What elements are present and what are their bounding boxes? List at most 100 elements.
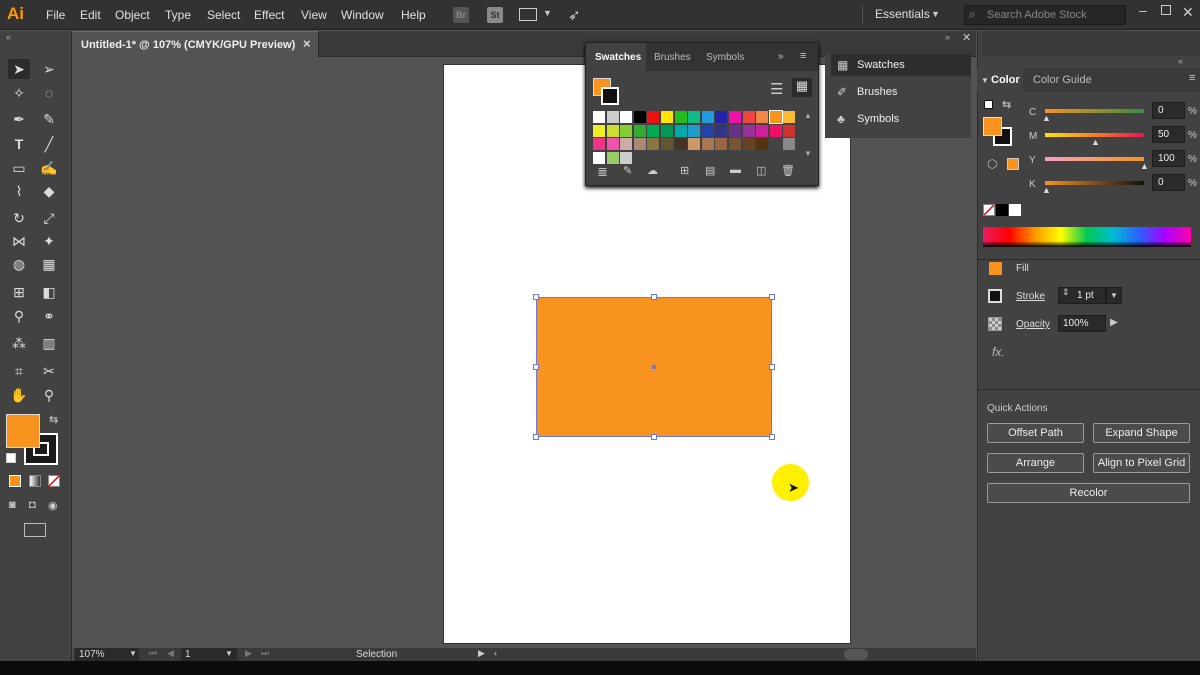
gradient-mode-icon[interactable]: [29, 475, 41, 487]
document-tab[interactable]: Untitled-1* @ 107% (CMYK/GPU Preview) ×: [73, 31, 319, 57]
type-tool-icon[interactable]: T: [8, 134, 30, 154]
swatch-chip[interactable]: [715, 124, 728, 137]
swatch-chip[interactable]: [606, 124, 619, 137]
selection-handle[interactable]: [769, 434, 775, 440]
cloud-icon[interactable]: ☁: [647, 164, 658, 177]
status-menu-icon[interactable]: ▶: [478, 648, 485, 659]
arrange-button[interactable]: Arrange: [987, 453, 1084, 473]
screen-mode-icon[interactable]: [24, 523, 46, 537]
search-stock-input[interactable]: Search Adobe Stock: [964, 5, 1126, 25]
align-to-pixel-grid-button[interactable]: Align to Pixel Grid: [1093, 453, 1190, 473]
previous-artboard-icon[interactable]: ◀: [167, 648, 174, 659]
menu-help[interactable]: Help: [401, 8, 426, 22]
swatch-chip[interactable]: [593, 151, 605, 164]
channel-c-value[interactable]: 0: [1152, 102, 1185, 119]
swatch-chip[interactable]: [756, 138, 769, 150]
selection-handle[interactable]: [533, 434, 539, 440]
slice-tool-icon[interactable]: ✂: [38, 361, 60, 381]
eyedropper-tool-icon[interactable]: ⚲: [8, 306, 30, 326]
selection-handle[interactable]: [769, 364, 775, 370]
white-swatch[interactable]: [1009, 204, 1021, 216]
perspective-grid-tool-icon[interactable]: ▦: [38, 254, 60, 274]
arrange-documents-icon[interactable]: [519, 8, 537, 21]
menu-select[interactable]: Select: [207, 8, 240, 22]
stock-icon[interactable]: St: [487, 7, 503, 23]
line-tool-icon[interactable]: ╱: [38, 134, 60, 154]
swatch-chip[interactable]: [715, 138, 728, 150]
close-icon[interactable]: ✕: [962, 31, 971, 44]
artboard-tool-icon[interactable]: ⌗: [8, 361, 30, 381]
hand-tool-icon[interactable]: ✋: [8, 385, 30, 405]
out-of-gamut-icon[interactable]: ⬡: [987, 157, 997, 171]
gradient-tool-icon[interactable]: ◧: [38, 282, 60, 302]
draw-normal-icon[interactable]: ◙: [9, 499, 16, 511]
swatch-options-icon[interactable]: ▤: [705, 164, 715, 177]
color-mode-icon[interactable]: [9, 475, 21, 487]
swatch-chip[interactable]: [593, 138, 605, 150]
minimize-icon[interactable]: –: [1139, 2, 1147, 18]
recolor-button[interactable]: Recolor: [987, 483, 1190, 503]
swatch-chip[interactable]: [769, 124, 782, 137]
swatch-chip[interactable]: [633, 111, 646, 123]
gpu-performance-icon[interactable]: ➶: [568, 6, 581, 24]
panel-menu-icon[interactable]: ≡: [800, 50, 806, 62]
scale-tool-icon[interactable]: ⤢: [38, 208, 60, 228]
none-mode-icon[interactable]: [48, 475, 60, 487]
new-group-icon[interactable]: ▬: [730, 164, 741, 176]
magic-wand-tool-icon[interactable]: ✧: [8, 83, 30, 103]
swatch-chip[interactable]: [661, 138, 673, 150]
swatch-chip[interactable]: [769, 138, 782, 150]
selection-tool-icon[interactable]: ➤: [8, 59, 30, 79]
swatch-chip[interactable]: [647, 111, 660, 123]
collapse-icon[interactable]: «: [1178, 56, 1183, 66]
swatch-chip[interactable]: [593, 111, 605, 123]
mesh-tool-icon[interactable]: ⊞: [8, 282, 30, 302]
swatch-chip[interactable]: [783, 111, 796, 123]
next-artboard-icon[interactable]: ▶: [245, 648, 252, 659]
channel-c-slider[interactable]: [1045, 109, 1144, 113]
swatch-chip[interactable]: [688, 138, 701, 150]
default-fill-stroke-icon[interactable]: [984, 100, 993, 109]
collapse-icon[interactable]: »: [945, 32, 950, 42]
swatch-chip[interactable]: [742, 138, 755, 150]
blend-tool-icon[interactable]: ⚭: [38, 306, 60, 326]
swatch-chip[interactable]: [606, 138, 619, 150]
menu-file[interactable]: File: [46, 8, 65, 22]
first-artboard-icon[interactable]: ⏮: [149, 648, 157, 659]
zoom-tool-icon[interactable]: ⚲: [38, 385, 60, 405]
swatch-chip[interactable]: [674, 111, 687, 123]
swatch-chip[interactable]: [674, 138, 687, 150]
swatch-chip[interactable]: [688, 124, 701, 137]
swatch-chip[interactable]: [606, 151, 619, 164]
gamut-swatch[interactable]: [1007, 158, 1019, 170]
tab-swatches[interactable]: Swatches: [595, 52, 641, 63]
stroke-appearance-swatch[interactable]: [988, 289, 1002, 303]
swatch-chip[interactable]: [715, 111, 728, 123]
chevron-right-icon[interactable]: ▶: [1106, 315, 1122, 332]
menu-view[interactable]: View: [301, 8, 327, 22]
collapse-icon[interactable]: «: [6, 32, 11, 42]
expand-icon[interactable]: »: [778, 51, 784, 62]
swatch-libraries-icon[interactable]: 𝍤: [598, 164, 607, 183]
swatch-chip[interactable]: [633, 138, 646, 150]
scroll-up-icon[interactable]: ▲: [804, 111, 812, 120]
swatch-chip[interactable]: [647, 124, 660, 137]
fill-color-swatch[interactable]: [6, 414, 40, 448]
horizontal-scrollbar[interactable]: [844, 649, 868, 660]
workspace-switcher[interactable]: Essentials: [875, 7, 930, 21]
tab-symbols[interactable]: Symbols: [706, 52, 744, 63]
chevron-down-icon[interactable]: ▼: [543, 8, 552, 18]
chevron-down-icon[interactable]: ▼: [225, 649, 233, 658]
delete-icon[interactable]: 🗑: [781, 164, 795, 177]
list-view-icon[interactable]: ☰: [770, 80, 783, 98]
collapsed-symbols[interactable]: ♣ Symbols: [831, 108, 971, 130]
selection-handle[interactable]: [533, 364, 539, 370]
pen-tool-icon[interactable]: ✒: [8, 109, 30, 129]
collapse-arrow-icon[interactable]: ▼: [981, 76, 989, 85]
slider-thumb[interactable]: ▲: [1042, 185, 1051, 195]
channel-y-slider[interactable]: [1045, 157, 1144, 161]
close-document-icon[interactable]: ×: [303, 36, 311, 51]
swatch-chip[interactable]: [674, 124, 687, 137]
chevron-down-icon[interactable]: ▼: [931, 9, 940, 19]
scroll-left-icon[interactable]: ‹: [494, 648, 497, 658]
